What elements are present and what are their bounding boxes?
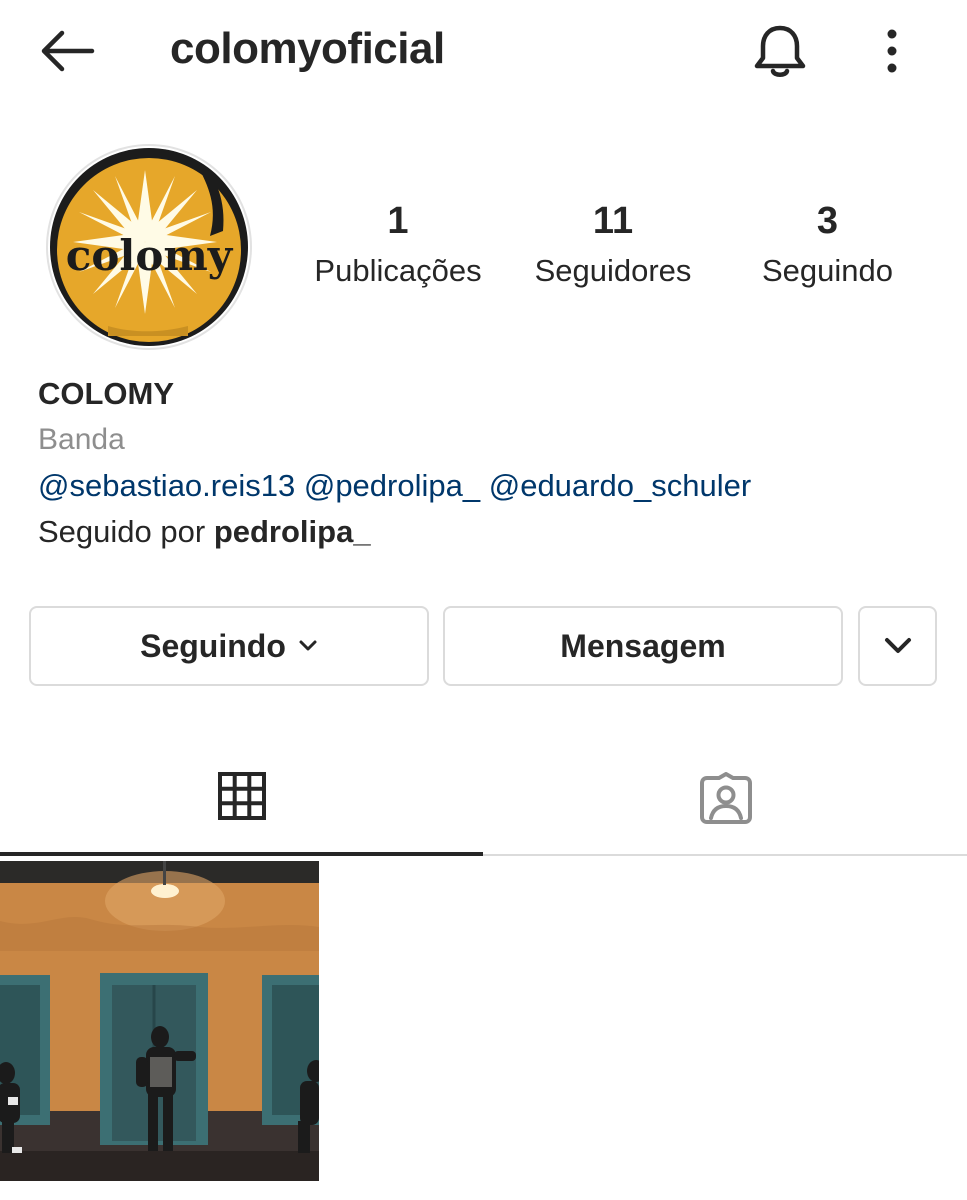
bio-mentions: @sebastiao.reis13 @pedrolipa_ @eduardo_s… [38,466,938,512]
tab-tagged[interactable] [484,740,967,856]
profile-username-title: colomyoficial [170,24,445,73]
more-options-button[interactable] [876,26,908,76]
chevron-down-icon [884,638,911,653]
posts-count-label: Publicações [314,253,482,288]
mention-link[interactable]: @eduardo_schuler [489,468,751,503]
colomy-logo: colomy [50,148,248,346]
followers-count[interactable]: 11 Seguidores [518,200,708,289]
profile-avatar[interactable]: colomy [46,144,252,350]
followed-by-user: pedrolipa_ [213,514,371,549]
message-button[interactable]: Mensagem [443,606,843,686]
profile-category: Banda [38,423,125,456]
followed-by[interactable]: Seguido por pedrolipa_ [38,512,938,558]
followed-by-prefix: Seguido por [38,514,206,549]
grid-icon [217,772,266,820]
following-count-label: Seguindo [761,253,893,288]
following-button[interactable]: Seguindo [29,606,429,686]
top-bar: colomyoficial [0,0,967,100]
back-button[interactable] [36,26,96,76]
post-thumbnail[interactable] [0,861,319,1181]
notifications-button[interactable] [752,22,808,80]
profile-bio: COLOMY Banda @sebastiao.reis13 @pedrolip… [38,374,938,558]
following-count[interactable]: 3 Seguindo [740,200,915,289]
following-count-value: 3 [816,200,839,242]
suggestions-button[interactable] [858,606,937,686]
posts-count-value: 1 [387,200,409,242]
message-button-label: Mensagem [560,627,726,664]
tab-posts-grid[interactable] [0,740,483,856]
tagged-person-icon [699,772,752,824]
more-vertical-icon [887,29,897,73]
profile-tabs [0,740,967,856]
mention-link[interactable]: @pedrolipa_ [304,468,480,503]
followers-count-value: 11 [592,200,634,242]
bell-icon [754,25,806,77]
profile-display-name: COLOMY [38,376,175,411]
mention-link[interactable]: @sebastiao.reis13 [38,468,295,503]
chevron-down-icon [299,640,317,651]
following-button-label: Seguindo [140,627,286,664]
post-photo [0,861,319,1181]
posts-count[interactable]: 1 Publicações [298,200,498,289]
arrow-left-icon [41,30,95,72]
avatar-wordmark: colomy [66,231,234,280]
followers-count-label: Seguidores [534,253,692,288]
